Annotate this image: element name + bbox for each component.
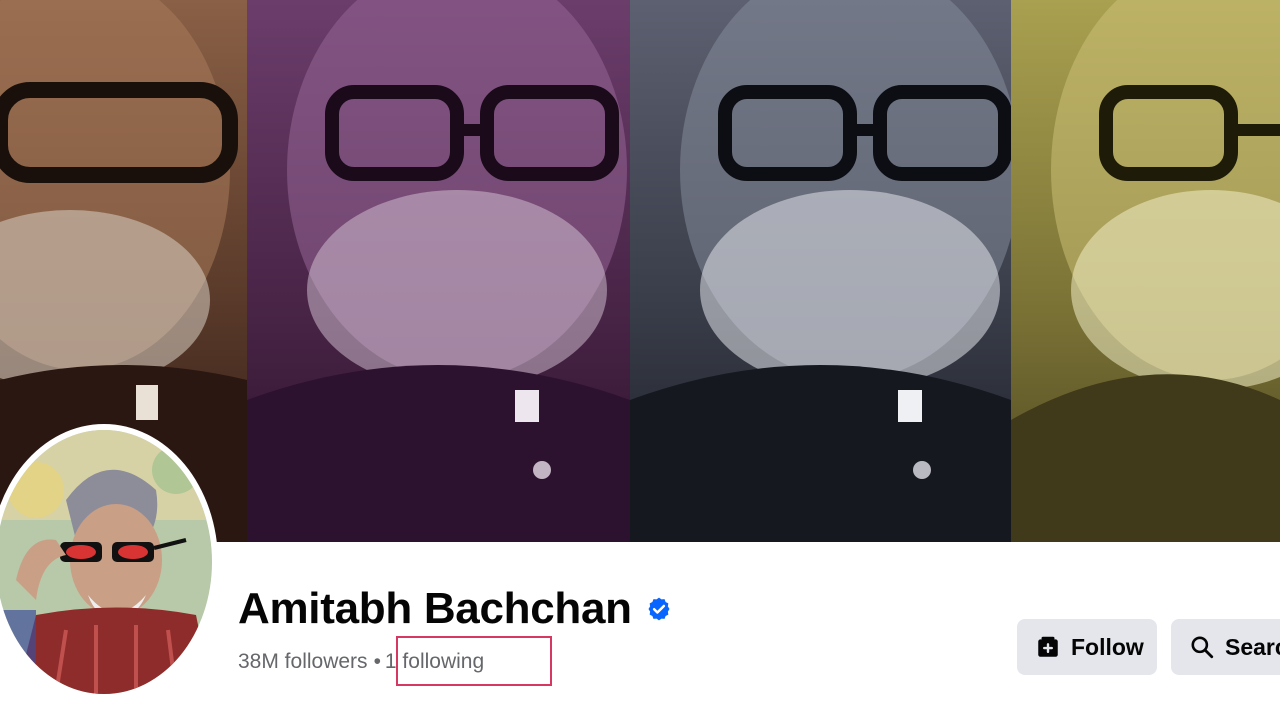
- cover-panel-olive: [1011, 0, 1280, 542]
- profile-avatar[interactable]: [0, 424, 218, 700]
- search-icon: [1189, 634, 1215, 660]
- cover-panel-purple: [247, 0, 630, 542]
- cover-photo[interactable]: [0, 0, 1280, 542]
- following-link[interactable]: 1 following: [385, 650, 484, 674]
- follow-button-label: Follow: [1071, 633, 1144, 660]
- followers-link[interactable]: 38M followers: [238, 650, 368, 674]
- profile-name: Amitabh Bachchan: [238, 584, 632, 633]
- profile-page: Amitabh Bachchan 38M followers • 1 follo…: [0, 0, 1280, 720]
- avatar-image: [0, 430, 212, 694]
- verified-badge-icon[interactable]: [646, 596, 672, 622]
- follow-page-icon: [1035, 634, 1061, 660]
- stats-separator: •: [373, 650, 381, 673]
- search-button-label: Search: [1225, 633, 1280, 660]
- profile-name-row: Amitabh Bachchan: [238, 583, 672, 635]
- cover-panel-blue-grey: [630, 0, 1011, 542]
- follow-button[interactable]: Follow: [1017, 619, 1157, 675]
- profile-stats: 38M followers • 1 following: [238, 648, 484, 676]
- search-button[interactable]: Search: [1171, 619, 1280, 675]
